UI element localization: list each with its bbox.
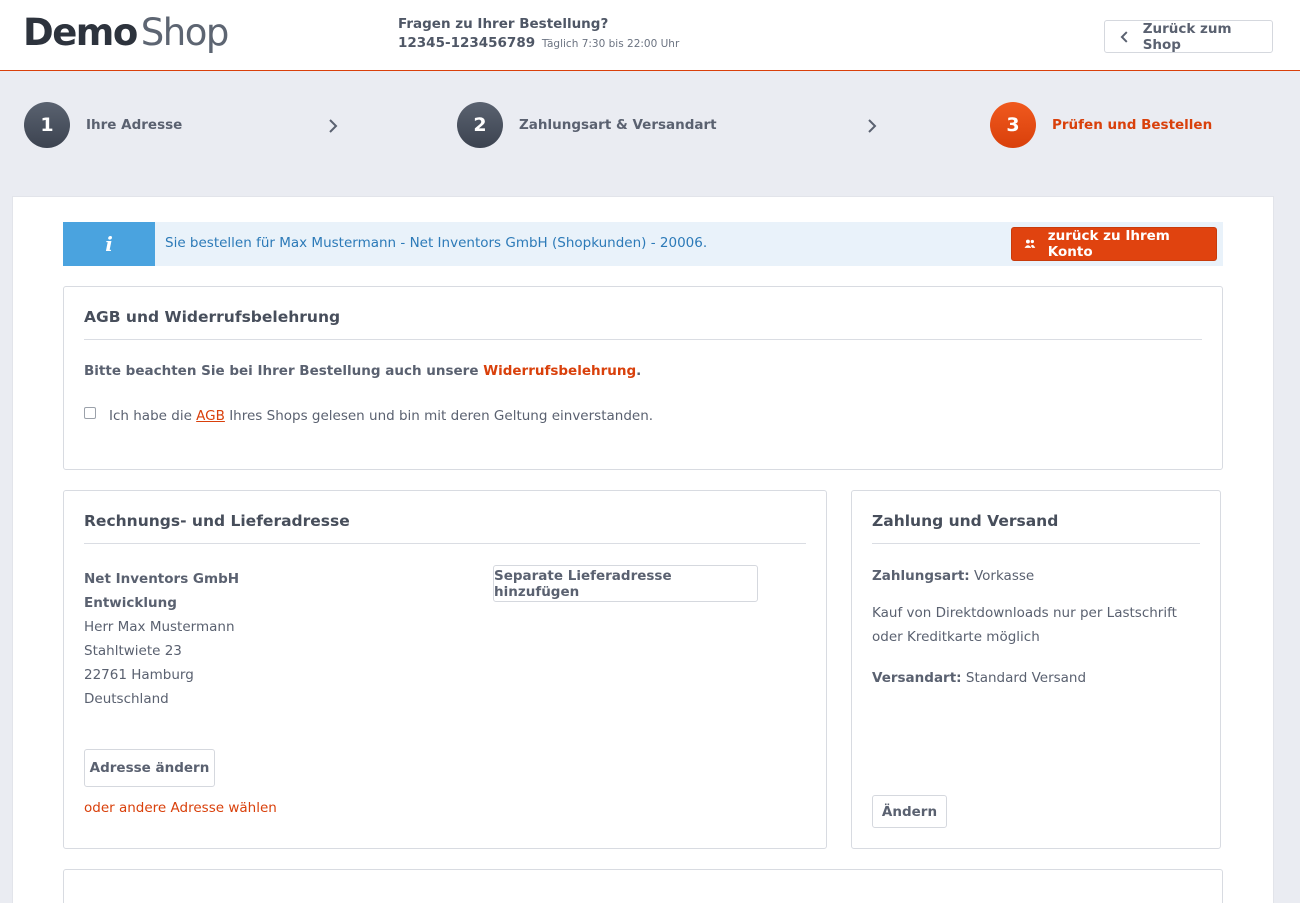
step-review-order: 3 Prüfen und Bestellen (990, 102, 1212, 148)
agb-checkbox[interactable] (84, 407, 96, 419)
address-country: Deutschland (84, 691, 169, 707)
billing-address: Net Inventors GmbH Entwicklung Herr Max … (84, 567, 239, 711)
info-message: Sie bestellen für Max Mustermann - Net I… (165, 235, 708, 251)
edit-payment-button[interactable]: Ändern (872, 795, 947, 828)
logo-light-text: Shop (140, 11, 230, 54)
payment-method-value: Vorkasse (969, 568, 1035, 584)
payment-method: Zahlungsart: Vorkasse (872, 568, 1034, 584)
revocation-link[interactable]: Widerrufsbelehrung (483, 363, 636, 379)
agb-panel: AGB und Widerrufsbelehrung Bitte beachte… (63, 286, 1223, 470)
address-company: Net Inventors GmbH (84, 571, 240, 587)
chevron-right-icon (329, 119, 338, 133)
agb-checkbox-label[interactable]: Ich habe die AGB Ihres Shops gelesen und… (109, 408, 653, 424)
notice-text: Bitte beachten Sie bei Ihrer Bestellung … (84, 363, 484, 379)
step-address: 1 Ihre Adresse (24, 102, 182, 148)
divider (84, 543, 806, 544)
checkbox-text: Ihres Shops gelesen und bin mit deren Ge… (224, 408, 654, 424)
address-city: 22761 Hamburg (84, 667, 194, 683)
panel-title: Zahlung und Versand (872, 512, 1059, 530)
address-panel: Rechnungs- und Lieferadresse Net Invento… (63, 490, 827, 849)
site-header: Demo Shop Fragen zu Ihrer Bestellung? 123… (0, 0, 1300, 71)
shipping-method: Versandart: Standard Versand (872, 670, 1086, 686)
shop-logo[interactable]: Demo Shop (23, 11, 230, 55)
product-table-panel (63, 869, 1223, 903)
step-payment-shipping: 2 Zahlungsart & Versandart (457, 102, 717, 148)
step-label: Prüfen und Bestellen (1052, 117, 1213, 133)
payment-method-label: Zahlungsart: (872, 568, 970, 584)
divider (84, 339, 1202, 340)
info-icon: i (63, 222, 155, 266)
payment-shipping-panel: Zahlung und Versand Zahlungsart: Vorkass… (851, 490, 1221, 849)
hotline-info: Fragen zu Ihrer Bestellung? 12345-123456… (398, 16, 679, 51)
logo-bold-text: Demo (23, 11, 138, 54)
shipping-method-label: Versandart: (872, 670, 962, 686)
hotline-phone: 12345-123456789 (398, 35, 536, 51)
step-number: 1 (24, 102, 70, 148)
step-number: 2 (457, 102, 503, 148)
step-number: 3 (990, 102, 1036, 148)
panel-title: Rechnungs- und Lieferadresse (84, 512, 350, 530)
panel-title: AGB und Widerrufsbelehrung (84, 308, 341, 326)
hotline-hours: Täglich 7:30 bis 22:00 Uhr (541, 38, 680, 50)
add-shipping-address-button[interactable]: Separate Lieferadresse hinzufügen (493, 565, 758, 602)
back-to-account-button[interactable]: zurück zu Ihrem Konto (1011, 227, 1217, 261)
users-icon (1024, 239, 1036, 248)
divider (872, 543, 1200, 544)
back-to-account-label: zurück zu Ihrem Konto (1047, 228, 1170, 260)
address-department: Entwicklung (84, 595, 177, 611)
change-address-button[interactable]: Adresse ändern (84, 749, 215, 787)
step-label: Ihre Adresse (86, 117, 183, 133)
agb-link[interactable]: AGB (196, 408, 225, 424)
checkbox-text: Ich habe die (109, 408, 197, 424)
download-note: Kauf von Direktdownloads nur per Lastsch… (872, 605, 1177, 645)
hotline-question: Fragen zu Ihrer Bestellung? (398, 16, 609, 32)
address-name: Herr Max Mustermann (84, 619, 235, 635)
back-to-shop-button[interactable]: Zurück zum Shop (1104, 20, 1273, 53)
step-label: Zahlungsart & Versandart (519, 117, 717, 133)
address-street: Stahltwiete 23 (84, 643, 182, 659)
revocation-notice: Bitte beachten Sie bei Ihrer Bestellung … (84, 363, 641, 379)
chevron-right-icon (868, 119, 877, 133)
hotline-phone-row: 12345-123456789 Täglich 7:30 bis 22:00 U… (398, 35, 679, 51)
shipping-method-value: Standard Versand (961, 670, 1087, 686)
chevron-left-icon (1120, 30, 1128, 43)
choose-other-address-link[interactable]: oder andere Adresse wählen (84, 800, 277, 816)
notice-suffix: . (636, 363, 642, 379)
back-to-shop-label: Zurück zum Shop (1142, 20, 1232, 53)
